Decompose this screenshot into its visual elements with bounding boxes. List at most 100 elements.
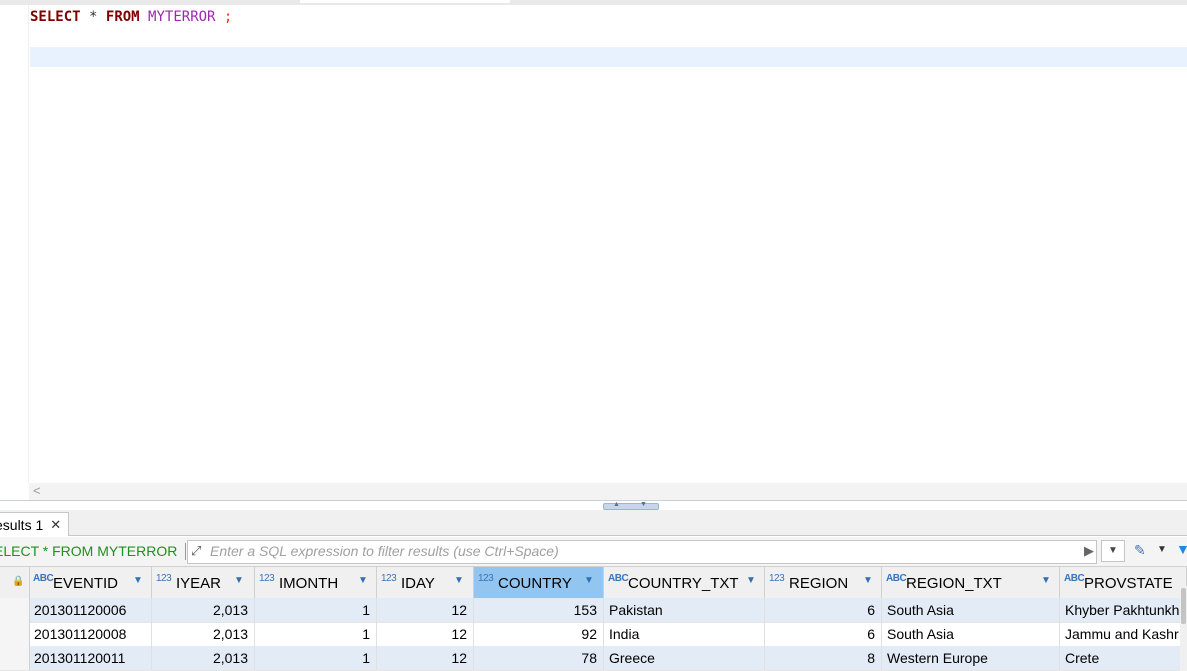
table-cell[interactable]: Crete — [1060, 646, 1187, 670]
funnel-icon[interactable]: ▼ — [1176, 541, 1187, 557]
table-cell[interactable]: 78 — [474, 646, 604, 670]
table-cell[interactable]: 1 — [255, 622, 377, 646]
table-cell[interactable]: Khyber Pakhtunkh — [1060, 598, 1187, 622]
table-cell[interactable]: Jammu and Kashr — [1060, 622, 1187, 646]
collapse-down-icon[interactable]: ▼ — [640, 501, 647, 508]
column-header-eventid[interactable]: ABC EVENTID ▼ — [29, 567, 152, 598]
row-header[interactable] — [0, 622, 30, 646]
splitter-grip[interactable]: ▲ ▼ — [603, 501, 659, 510]
column-type-icon: 123 — [381, 573, 397, 584]
table-cell[interactable]: 1 — [255, 598, 377, 622]
lock-icon: 🔒 — [12, 576, 25, 587]
apply-filter-icon[interactable]: ▶ — [1084, 543, 1094, 559]
column-header-region-txt[interactable]: ABC REGION_TXT ▼ — [882, 567, 1060, 598]
column-name: COUNTRY — [498, 575, 572, 592]
column-name: REGION — [789, 575, 849, 592]
column-name: IDAY — [401, 575, 435, 592]
column-name: PROVSTATE — [1084, 575, 1173, 592]
table-cell[interactable]: 201301120011 — [29, 646, 152, 670]
column-name: IYEAR — [176, 575, 222, 592]
column-header-imonth[interactable]: 123 IMONTH ▼ — [255, 567, 377, 598]
row-header[interactable] — [0, 598, 30, 622]
column-type-icon: 123 — [156, 573, 172, 584]
table-cell[interactable]: Western Europe — [882, 646, 1060, 670]
filter-box[interactable]: ⤢ — [187, 540, 1097, 564]
sort-dropdown-icon[interactable]: ▼ — [234, 575, 244, 586]
table-cell[interactable]: 201301120008 — [29, 622, 152, 646]
tab-results-1[interactable]: esults 1 ✕ — [0, 512, 69, 536]
table-cell[interactable]: South Asia — [882, 598, 1060, 622]
filter-separator — [185, 543, 186, 560]
row-header[interactable] — [0, 646, 30, 670]
column-header-provstate[interactable]: ABC PROVSTATE — [1060, 567, 1187, 598]
table-cell[interactable]: 153 — [474, 598, 604, 622]
sql-editor[interactable]: SELECT * FROM MYTERROR ; — [29, 5, 1187, 483]
table-cell[interactable]: Pakistan — [604, 598, 765, 622]
column-type-icon: ABC — [33, 573, 54, 584]
column-type-icon: 123 — [769, 573, 785, 584]
chevron-down-icon[interactable]: ▼ — [1157, 544, 1167, 555]
filter-bar: ELECT * FROM MYTERROR ⤢ — [0, 537, 1187, 566]
table-row[interactable]: 201301120006 2,013 1 12 153 Pakistan 6 South As… — [0, 598, 1187, 623]
table-cell[interactable]: 2,013 — [152, 646, 255, 670]
sort-dropdown-icon[interactable]: ▼ — [133, 575, 143, 586]
column-name: COUNTRY_TXT — [628, 575, 739, 592]
column-type-icon: ABC — [608, 573, 629, 584]
sort-dropdown-icon[interactable]: ▼ — [584, 575, 594, 586]
eraser-icon[interactable]: ✎ — [1134, 542, 1146, 559]
grid-header-row: 🔒 ABC EVENTID ▼ 123 IYEAR ▼ 123 IMONTH ▼ 123 IDAY ▼… — [0, 566, 1187, 599]
table-cell[interactable]: 2,013 — [152, 598, 255, 622]
column-name: EVENTID — [53, 575, 119, 592]
sort-dropdown-icon[interactable]: ▼ — [1041, 575, 1051, 586]
table-cell[interactable]: 201301120006 — [29, 598, 152, 622]
column-header-country[interactable]: 123 COUNTRY ▼ — [474, 567, 604, 598]
sort-dropdown-icon[interactable]: ▼ — [358, 575, 368, 586]
column-type-icon: ABC — [1064, 573, 1085, 584]
table-cell[interactable]: 6 — [765, 598, 882, 622]
results-tab-label: esults 1 — [0, 516, 44, 533]
table-cell[interactable]: 92 — [474, 622, 604, 646]
grid-vertical-scrollbar[interactable] — [1180, 586, 1187, 671]
table-cell[interactable]: 1 — [255, 646, 377, 670]
sql-statement[interactable]: SELECT * FROM MYTERROR ; — [30, 9, 232, 25]
column-name: REGION_TXT — [906, 575, 1002, 592]
sql-table-name: MYTERROR — [148, 9, 216, 25]
sort-dropdown-icon[interactable]: ▼ — [746, 575, 756, 586]
results-grid[interactable]: 🔒 ABC EVENTID ▼ 123 IYEAR ▼ 123 IMONTH ▼ 123 IDAY ▼… — [0, 566, 1187, 671]
table-cell[interactable]: South Asia — [882, 622, 1060, 646]
active-editor-tab[interactable] — [300, 0, 510, 3]
table-row[interactable]: 201301120011 2,013 1 12 78 Greece 8 Western Eur… — [0, 646, 1187, 671]
editor-horizontal-scrollbar[interactable]: < — [29, 483, 1187, 500]
scrollbar-thumb[interactable] — [1181, 588, 1186, 624]
sql-keyword-select: SELECT — [30, 9, 81, 25]
column-header-iyear[interactable]: 123 IYEAR ▼ — [152, 567, 255, 598]
active-query-text: ELECT * FROM MYTERROR — [0, 543, 178, 559]
sort-dropdown-icon[interactable]: ▼ — [454, 575, 464, 586]
table-cell[interactable]: 12 — [377, 598, 474, 622]
table-cell[interactable]: 8 — [765, 646, 882, 670]
column-type-icon: ABC — [886, 573, 907, 584]
filter-input[interactable] — [210, 542, 1070, 560]
column-header-iday[interactable]: 123 IDAY ▼ — [377, 567, 474, 598]
expand-icon[interactable]: ⤢ — [191, 543, 201, 559]
column-type-icon: 123 — [259, 573, 275, 584]
column-type-icon: 123 — [478, 573, 494, 584]
table-cell[interactable]: 2,013 — [152, 622, 255, 646]
table-cell[interactable]: 12 — [377, 622, 474, 646]
collapse-up-icon[interactable]: ▲ — [613, 501, 620, 508]
sql-star: * — [89, 9, 98, 25]
table-cell[interactable]: 12 — [377, 646, 474, 670]
scroll-left-icon[interactable]: < — [33, 483, 41, 498]
sort-dropdown-icon[interactable]: ▼ — [863, 575, 873, 586]
table-cell[interactable]: Greece — [604, 646, 765, 670]
table-row[interactable]: 201301120008 2,013 1 12 92 India 6 South Asia Ja… — [0, 622, 1187, 647]
table-cell[interactable]: India — [604, 622, 765, 646]
grid-corner[interactable]: 🔒 — [0, 567, 30, 598]
close-icon[interactable]: ✕ — [50, 517, 61, 533]
column-header-region[interactable]: 123 REGION ▼ — [765, 567, 882, 598]
table-cell[interactable]: 6 — [765, 622, 882, 646]
column-name: IMONTH — [279, 575, 339, 592]
editor-gutter — [0, 5, 29, 483]
column-header-country-txt[interactable]: ABC COUNTRY_TXT ▼ — [604, 567, 765, 598]
filter-history-dropdown[interactable]: ▼ — [1101, 540, 1125, 562]
